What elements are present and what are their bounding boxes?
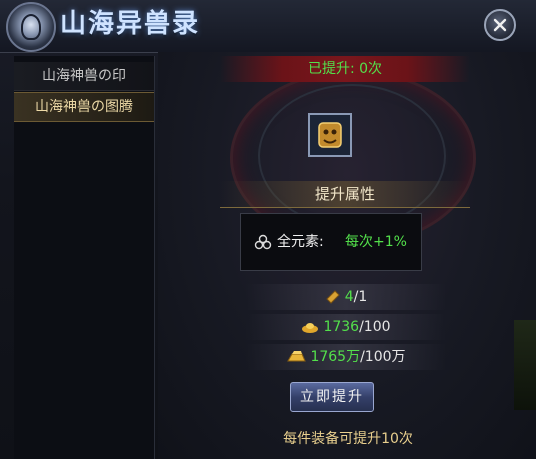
beast-totem-icon <box>318 122 342 148</box>
gold-bar-icon <box>287 351 307 362</box>
attribute-title: 提升属性 <box>220 181 470 208</box>
ingot-have: 1736 <box>323 319 360 335</box>
emblem-icon <box>6 2 56 52</box>
gold-ingot-icon <box>302 323 319 333</box>
close-button[interactable] <box>484 9 516 41</box>
gold-have: 1765万 <box>310 349 361 365</box>
attribute-label: 全元素: <box>277 234 324 250</box>
elements-icon <box>254 234 272 250</box>
attribute-value: 每次+1% <box>345 234 407 250</box>
sidebar-item-totem[interactable]: 山海神兽の图腾 <box>14 92 154 122</box>
gold-need: /100万 <box>360 349 406 365</box>
upgrade-now-button[interactable]: 立即提升 <box>290 382 374 412</box>
window-title: 山海异兽录 <box>60 9 201 39</box>
cost-row-gold: 1765万/100万 <box>246 344 446 370</box>
close-icon <box>493 18 507 32</box>
sidebar-item-seal[interactable]: 山海神兽の印 <box>14 62 154 91</box>
main-panel: 已提升: 0次 提升属性 全元素: 每次+1% 4/1 1736/100 176… <box>158 52 536 459</box>
upgrade-limit-note: 每件装备可提升10次 <box>283 431 413 447</box>
background-edge <box>514 320 536 410</box>
scroll-icon <box>326 290 340 304</box>
sidebar: 山海神兽の印 山海神兽の图腾 <box>14 56 155 459</box>
cost-row-scroll: 4/1 <box>246 284 446 310</box>
attribute-box: 全元素: 每次+1% <box>240 213 422 271</box>
upgrade-status: 已提升: 0次 <box>307 61 383 77</box>
scroll-have: 4 <box>344 289 354 305</box>
cost-row-ingot: 1736/100 <box>246 314 446 340</box>
title-bar: 山海异兽录 <box>0 0 536 53</box>
item-slot[interactable] <box>308 113 352 157</box>
dialog-window: 山海异兽录 山海神兽の印 山海神兽の图腾 已提升: 0次 提升属性 全元素: 每… <box>0 0 536 459</box>
ingot-need: /100 <box>359 319 391 335</box>
scroll-need: /1 <box>353 289 368 305</box>
